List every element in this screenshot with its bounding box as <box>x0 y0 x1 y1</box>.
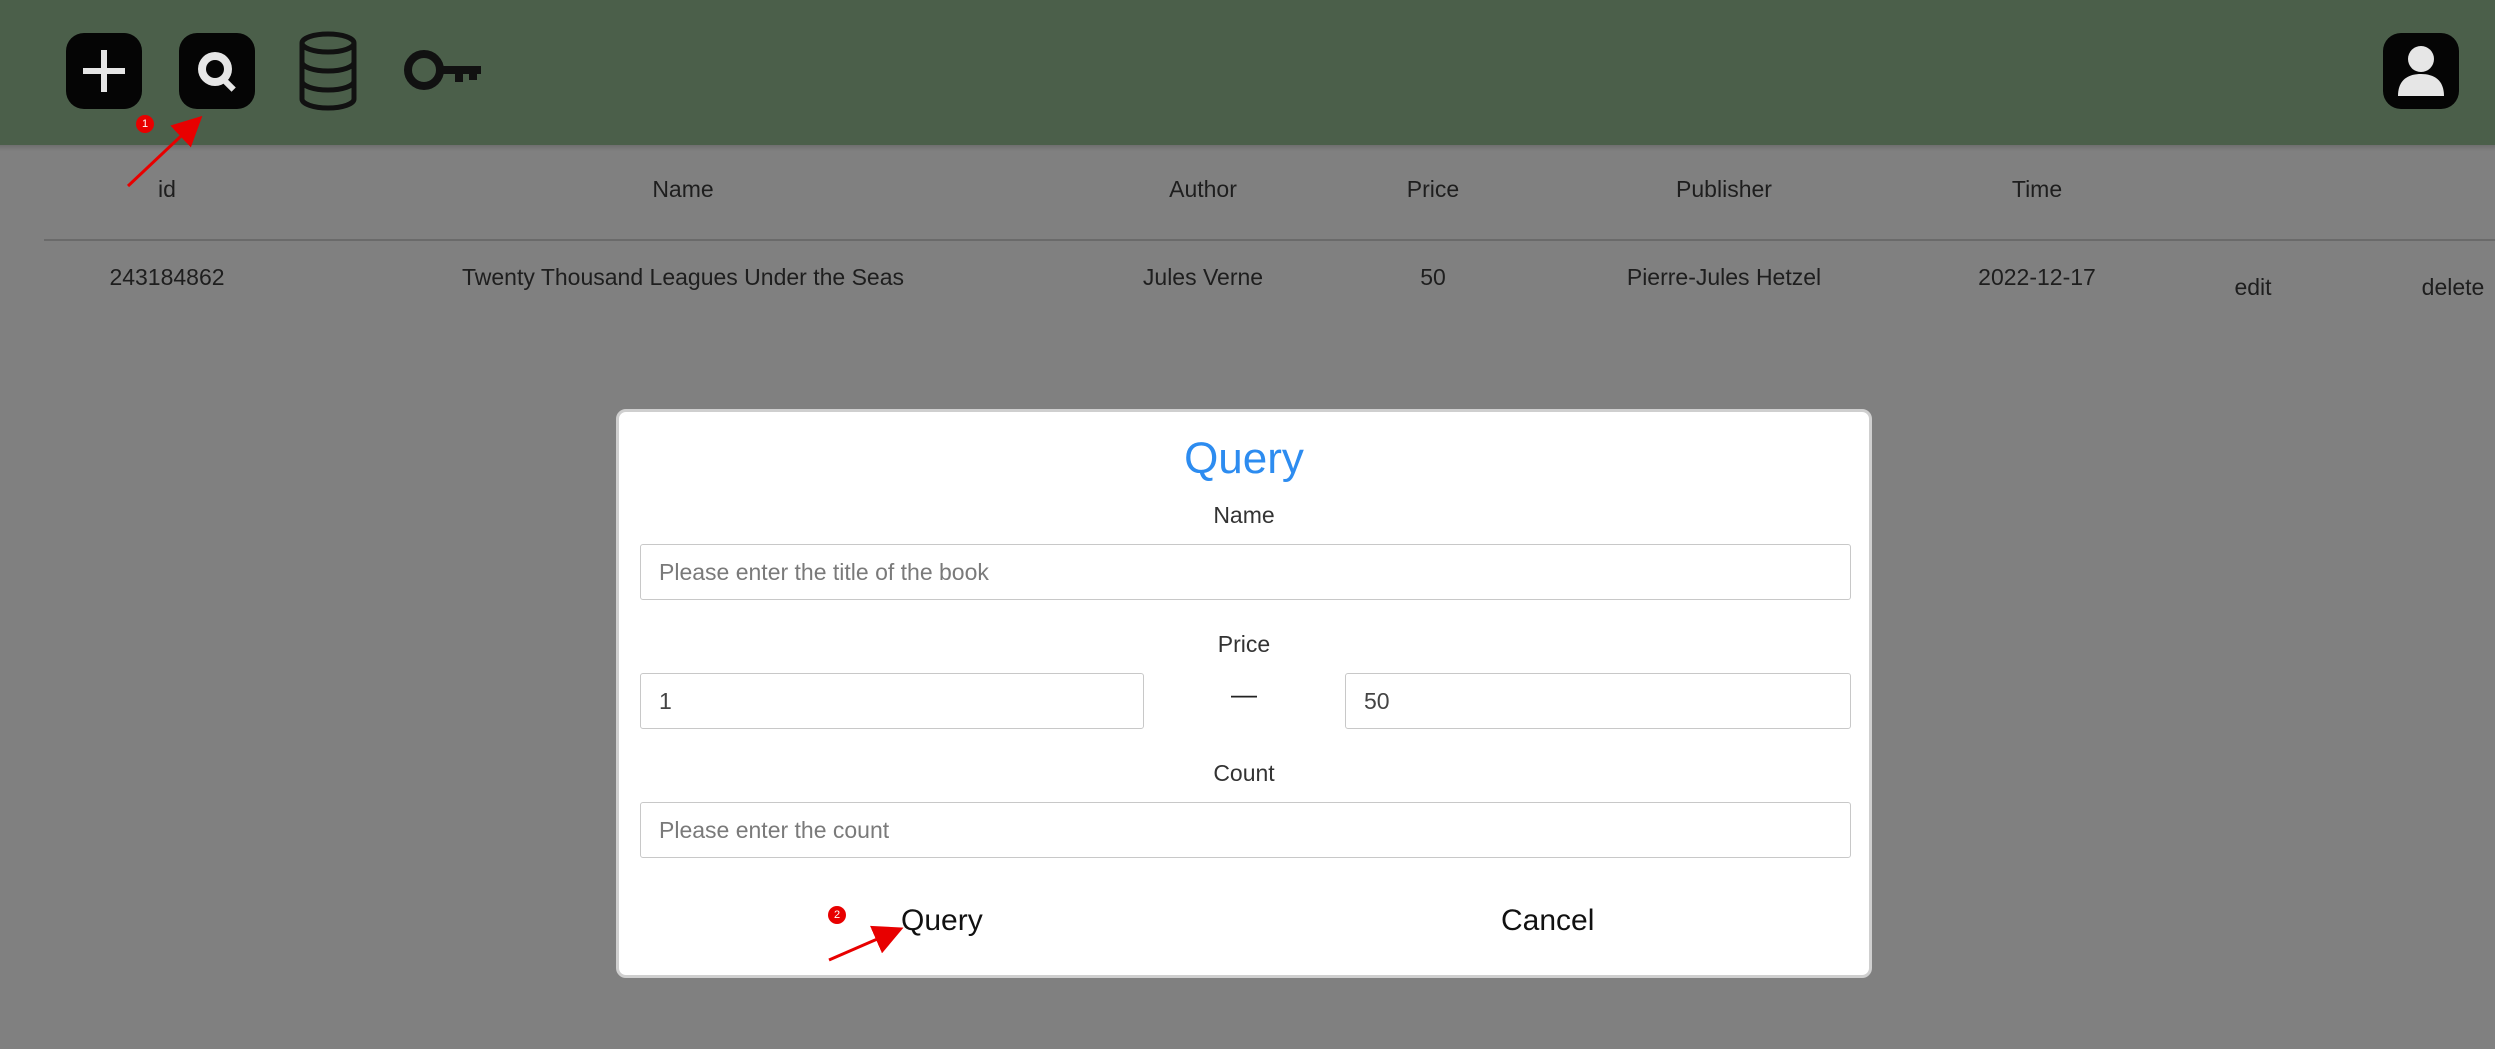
cell-name: Twenty Thousand Leagues Under the Seas <box>462 264 904 290</box>
header-time: Time <box>2011 176 2063 202</box>
cell-author: Jules Verne <box>1142 264 1264 290</box>
user-profile-button[interactable] <box>2383 33 2459 109</box>
query-book-button[interactable] <box>179 33 255 109</box>
toolbar-shadow <box>0 145 2495 151</box>
header-id: id <box>158 176 176 202</box>
cancel-button[interactable]: Cancel <box>1501 904 1594 938</box>
cell-time: 2022-12-17 <box>1978 264 2096 290</box>
header-price: Price <box>1406 176 1460 202</box>
name-label: Name <box>1213 502 1275 528</box>
top-toolbar <box>0 0 2495 145</box>
price-min-input[interactable] <box>640 673 1144 729</box>
price-label: Price <box>1217 631 1271 657</box>
query-dialog: Query Name Price — Count Query Cancel <box>616 409 1872 978</box>
add-book-button[interactable] <box>66 33 142 109</box>
database-icon <box>299 31 357 111</box>
count-input[interactable] <box>640 802 1851 858</box>
count-label: Count <box>1213 760 1275 786</box>
user-icon <box>2398 46 2444 96</box>
annotation-badge-1: 1 <box>136 115 154 133</box>
price-range-separator: — <box>1231 679 1257 709</box>
header-publisher: Publisher <box>1676 176 1772 202</box>
delete-link[interactable]: delete <box>2422 274 2485 301</box>
dialog-title: Query <box>1184 434 1304 483</box>
header-author: Author <box>1169 176 1237 202</box>
cell-price: 50 <box>1420 264 1446 290</box>
query-submit-button[interactable]: Query <box>901 904 983 938</box>
cell-publisher: Pierre-Jules Hetzel <box>1626 264 1822 290</box>
search-icon <box>198 52 236 92</box>
plus-icon <box>83 50 125 92</box>
key-button[interactable] <box>403 44 483 96</box>
key-icon <box>404 50 481 90</box>
database-button[interactable] <box>296 30 360 112</box>
table-header-divider <box>44 239 2495 241</box>
edit-link[interactable]: edit <box>2234 274 2271 301</box>
annotation-badge-2: 2 <box>828 906 846 924</box>
cell-id: 243184862 <box>109 264 225 290</box>
header-name: Name <box>652 176 714 202</box>
price-max-input[interactable] <box>1345 673 1851 729</box>
name-input[interactable] <box>640 544 1851 600</box>
